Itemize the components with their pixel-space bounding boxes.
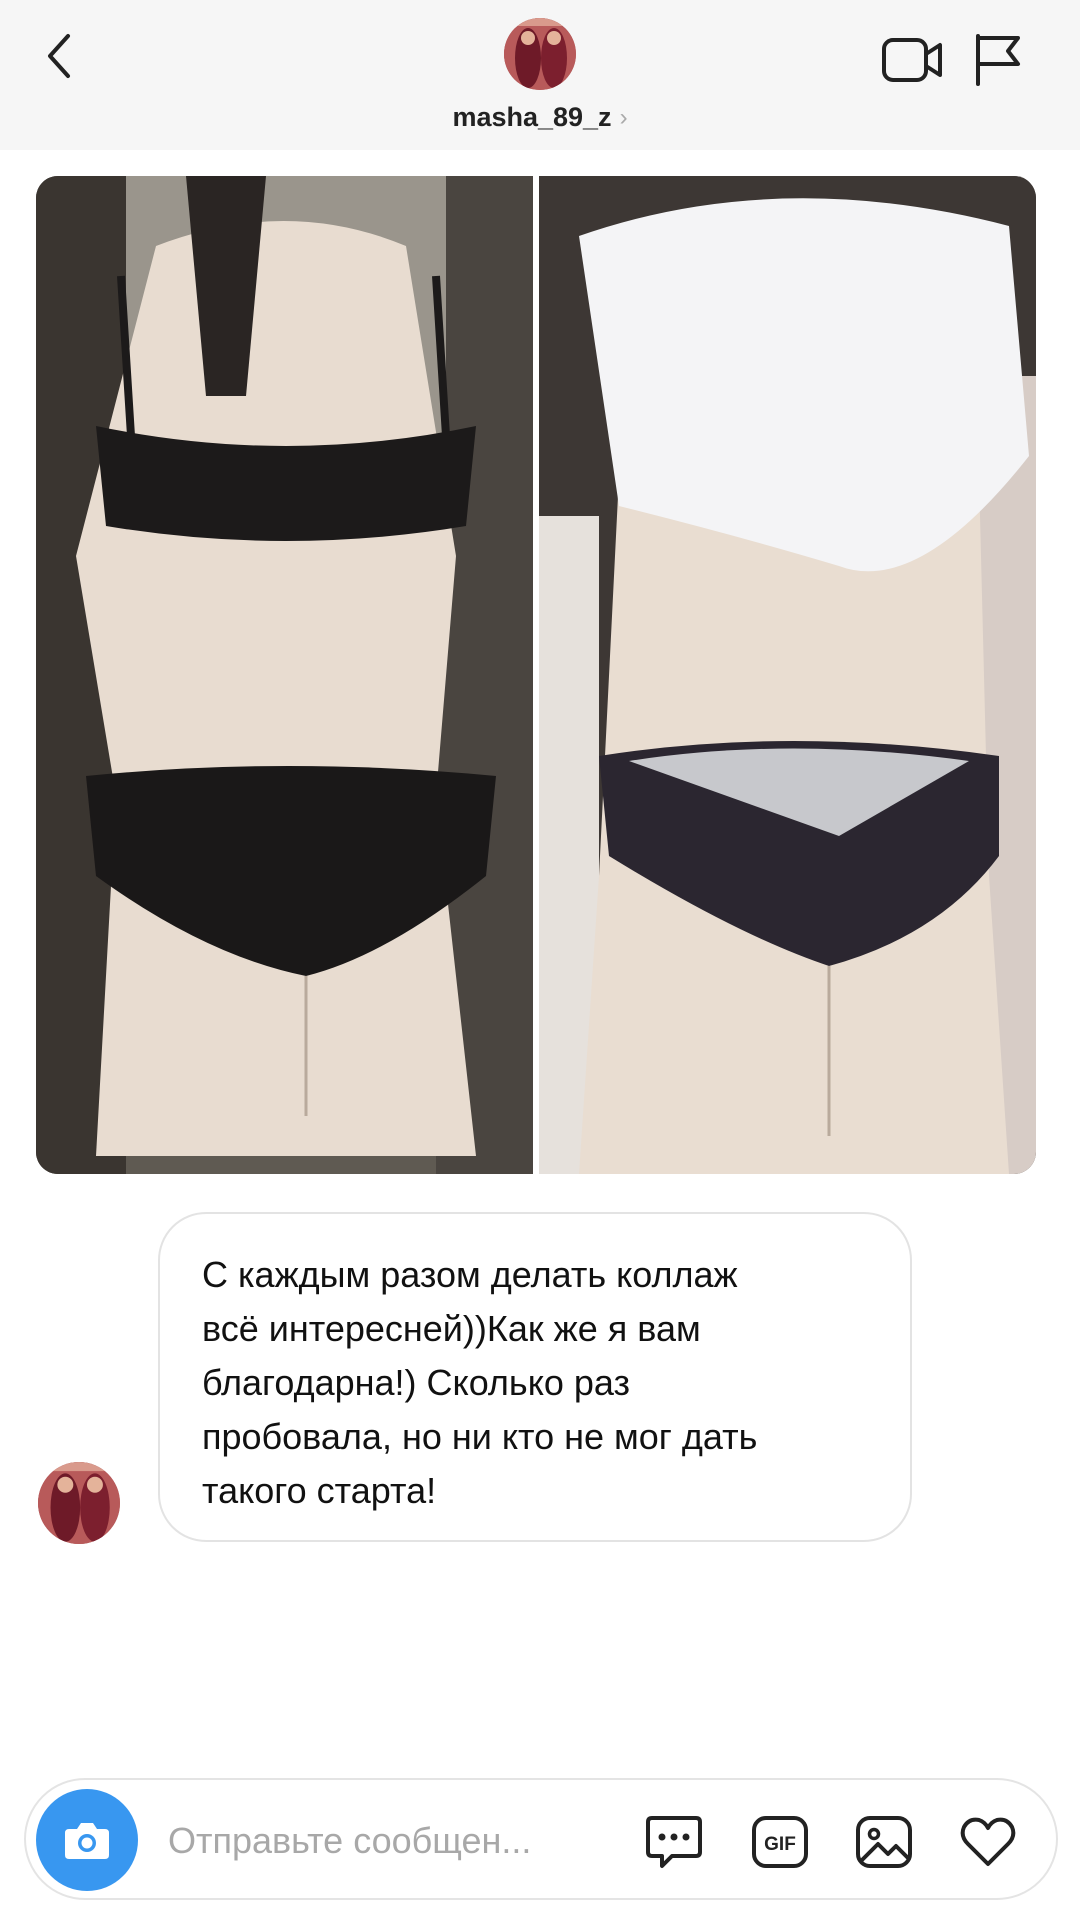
- report-flag-icon: [976, 34, 1020, 86]
- camera-button[interactable]: [36, 1789, 138, 1891]
- message-text: С каждым разом делать коллаж всё интерес…: [202, 1254, 758, 1511]
- shared-photo-collage[interactable]: [36, 176, 1036, 1174]
- gallery-icon: [856, 1816, 912, 1868]
- message-composer: GIF: [24, 1778, 1058, 1900]
- back-button[interactable]: [40, 28, 80, 84]
- report-button[interactable]: [972, 32, 1024, 88]
- video-call-button[interactable]: [880, 34, 946, 86]
- sender-avatar[interactable]: [38, 1462, 120, 1544]
- video-call-icon: [882, 38, 942, 82]
- chevron-right-icon: ›: [619, 104, 628, 131]
- after-photo-image: [539, 176, 1036, 1174]
- sender-avatar-image: [38, 1462, 120, 1544]
- direct-message-screen: masha_89_z › С каждым разом делать колла…: [0, 0, 1080, 1920]
- message-input[interactable]: [168, 1806, 638, 1876]
- camera-icon: [65, 1823, 109, 1859]
- message-bubble[interactable]: С каждым разом делать коллаж всё интерес…: [158, 1212, 912, 1542]
- chat-header: masha_89_z ›: [0, 0, 1080, 150]
- sticker-icon: [646, 1816, 702, 1868]
- username: masha_89_z: [452, 102, 612, 132]
- gif-icon: GIF: [752, 1816, 808, 1868]
- gif-button[interactable]: GIF: [748, 1810, 812, 1874]
- before-photo: [36, 176, 533, 1174]
- back-icon: [48, 34, 70, 78]
- avatar-image: [504, 18, 576, 90]
- heart-icon: [960, 1817, 1016, 1866]
- after-photo: [539, 176, 1036, 1174]
- like-button[interactable]: [956, 1810, 1020, 1874]
- gallery-button[interactable]: [852, 1810, 916, 1874]
- sticker-button[interactable]: [642, 1810, 706, 1874]
- svg-text:GIF: GIF: [764, 1834, 796, 1855]
- username-link[interactable]: masha_89_z ›: [0, 102, 1080, 133]
- profile-avatar[interactable]: [504, 18, 576, 90]
- before-photo-image: [36, 176, 533, 1174]
